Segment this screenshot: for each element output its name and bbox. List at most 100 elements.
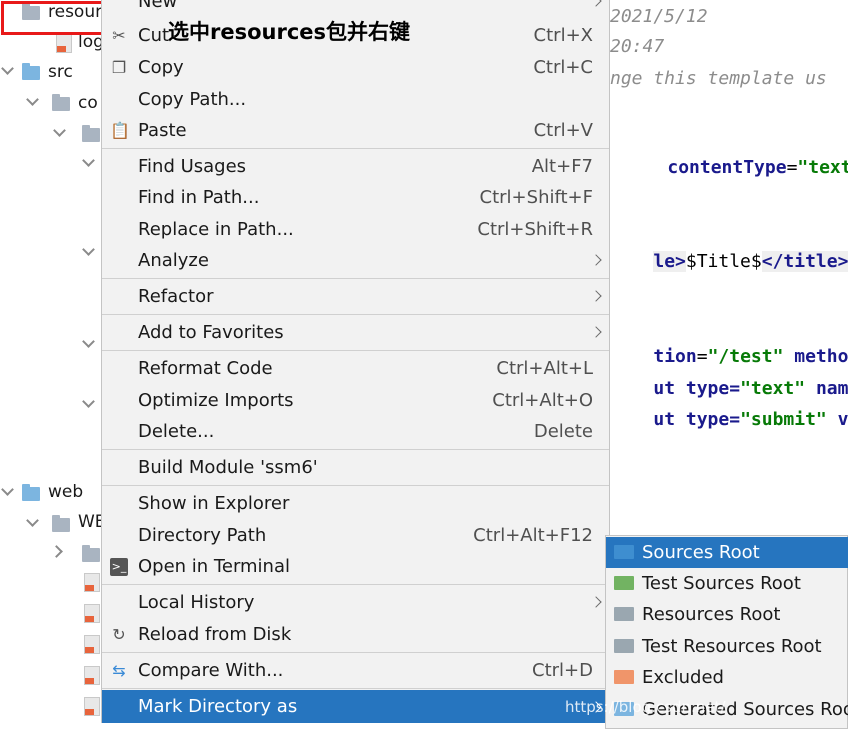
menu-item-new[interactable]: New xyxy=(102,0,609,17)
copy-icon: ❐ xyxy=(111,58,127,77)
menu-item-shortcut: Ctrl+D xyxy=(532,660,593,681)
attr-eq: = xyxy=(786,157,798,178)
submenu-item-test-sources-root[interactable]: Test Sources Root xyxy=(606,568,848,599)
tag-close: </title> xyxy=(761,251,848,272)
jsp-file-icon xyxy=(84,604,100,623)
menu-item-directory-path[interactable]: Directory Path Ctrl+Alt+F12 xyxy=(102,520,609,551)
menu-item-label: Compare With... xyxy=(138,660,284,681)
code-line-title: le>$Title$</title> xyxy=(610,223,848,272)
menu-item-label: Cut xyxy=(138,25,170,46)
menu-item-local-history[interactable]: Local History xyxy=(102,587,609,618)
menu-item-label: Analyze xyxy=(138,250,209,271)
annotation-text: 选中resources包并右键 xyxy=(168,20,411,44)
menu-item-shortcut: Ctrl+Shift+R xyxy=(477,219,593,240)
resources-folder-icon xyxy=(614,607,634,621)
code-line-input-submit: ut type="submit" val xyxy=(610,381,848,430)
menu-item-shortcut: Alt+F7 xyxy=(531,156,593,177)
sources-root-folder-icon xyxy=(614,545,634,559)
submenu-item-label: Sources Root xyxy=(642,542,760,563)
menu-item-delete[interactable]: Delete... Delete xyxy=(102,416,609,447)
code-line-contenttype: contentType="text/h xyxy=(624,129,848,178)
paste-icon: 📋 xyxy=(110,121,130,140)
menu-item-find-usages[interactable]: Find Usages Alt+F7 xyxy=(102,151,609,182)
submenu-item-resources-root[interactable]: Resources Root xyxy=(606,599,848,630)
comment-time: 20:47 xyxy=(610,36,665,57)
menu-separator xyxy=(102,485,609,486)
menu-item-label: Paste xyxy=(138,120,187,141)
submenu-item-label: Excluded xyxy=(642,667,724,688)
menu-separator xyxy=(102,350,609,351)
compare-icon: ⇆ xyxy=(112,661,126,680)
menu-separator xyxy=(102,278,609,279)
chevron-down-icon[interactable] xyxy=(1,483,14,496)
menu-item-show-in-explorer[interactable]: Show in Explorer xyxy=(102,488,609,519)
submenu-item-test-resources-root[interactable]: Test Resources Root xyxy=(606,631,848,662)
menu-item-reformat-code[interactable]: Reformat Code Ctrl+Alt+L xyxy=(102,353,609,384)
menu-item-build-module[interactable]: Build Module 'ssm6' xyxy=(102,452,609,483)
menu-item-add-to-favorites[interactable]: Add to Favorites xyxy=(102,317,609,348)
attr-name: val xyxy=(837,409,848,430)
log-file-icon xyxy=(56,34,72,53)
menu-item-optimize-imports[interactable]: Optimize Imports Ctrl+Alt+O xyxy=(102,385,609,416)
submenu-item-label: Resources Root xyxy=(642,604,781,625)
submenu-arrow-icon xyxy=(590,596,602,608)
menu-item-label: Open in Terminal xyxy=(138,556,290,577)
menu-item-label: Delete... xyxy=(138,421,215,442)
tree-item-src[interactable]: src xyxy=(48,60,73,84)
menu-item-shortcut: Ctrl+Alt+O xyxy=(492,390,593,411)
menu-item-paste[interactable]: 📋 Paste Ctrl+V xyxy=(102,115,609,146)
menu-item-refactor[interactable]: Refactor xyxy=(102,281,609,312)
attr-value: "submit" xyxy=(740,409,827,430)
test-resources-folder-icon xyxy=(614,639,634,653)
menu-item-analyze[interactable]: Analyze xyxy=(102,245,609,276)
menu-item-label: Reload from Disk xyxy=(138,624,292,645)
menu-item-label: Show in Explorer xyxy=(138,493,290,514)
chevron-down-icon[interactable] xyxy=(26,514,39,527)
menu-item-label: Replace in Path... xyxy=(138,219,294,240)
code-line-form: tion="/test" method= xyxy=(610,318,848,367)
menu-item-reload-from-disk[interactable]: ↻ Reload from Disk xyxy=(102,619,609,650)
submenu-item-excluded[interactable]: Excluded xyxy=(606,662,848,693)
menu-item-label: Build Module 'ssm6' xyxy=(138,457,318,478)
context-menu: New ✂ Cut Ctrl+X ❐ Copy Ctrl+C Copy Path… xyxy=(101,0,610,723)
menu-item-find-in-path[interactable]: Find in Path... Ctrl+Shift+F xyxy=(102,182,609,213)
menu-item-shortcut: Ctrl+Alt+F12 xyxy=(473,525,593,546)
chevron-right-icon[interactable] xyxy=(50,545,63,558)
menu-item-mark-directory-as[interactable]: Mark Directory as xyxy=(102,690,609,723)
chevron-down-icon[interactable] xyxy=(82,335,95,348)
menu-item-copy[interactable]: ❐ Copy Ctrl+C xyxy=(102,52,609,83)
menu-item-label: New xyxy=(138,0,178,12)
menu-item-replace-in-path[interactable]: Replace in Path... Ctrl+Shift+R xyxy=(102,214,609,245)
submenu-item-sources-root[interactable]: Sources Root xyxy=(606,537,848,568)
chevron-down-icon[interactable] xyxy=(26,93,39,106)
folder-icon xyxy=(52,515,70,532)
title-text: $Title$ xyxy=(685,251,762,272)
chevron-down-icon[interactable] xyxy=(82,243,95,256)
tag-open: le> xyxy=(653,251,686,272)
comment-template: nge this template us xyxy=(610,68,827,89)
menu-item-label: Optimize Imports xyxy=(138,390,294,411)
menu-item-compare-with[interactable]: ⇆ Compare With... Ctrl+D xyxy=(102,655,609,686)
comment-date: 2021/5/12 xyxy=(610,6,708,27)
menu-item-shortcut: Ctrl+X xyxy=(533,25,593,46)
menu-item-label: Directory Path xyxy=(138,525,267,546)
jsp-file-icon xyxy=(84,635,100,654)
tree-item-web[interactable]: web xyxy=(48,480,83,504)
menu-item-open-in-terminal[interactable]: >_ Open in Terminal xyxy=(102,551,609,582)
menu-item-shortcut: Ctrl+C xyxy=(533,57,593,78)
menu-item-label: Copy Path... xyxy=(138,89,247,110)
menu-item-copy-path[interactable]: Copy Path... xyxy=(102,84,609,115)
chevron-down-icon[interactable] xyxy=(1,62,14,75)
test-sources-folder-icon xyxy=(614,576,634,590)
menu-separator xyxy=(102,688,609,689)
chevron-down-icon[interactable] xyxy=(82,395,95,408)
attr-name: contentType xyxy=(667,157,787,178)
chevron-down-icon[interactable] xyxy=(53,124,66,137)
menu-separator xyxy=(102,584,609,585)
menu-item-shortcut: Ctrl+V xyxy=(533,120,593,141)
tree-item-com[interactable]: co xyxy=(78,91,98,115)
project-tree: resour log src co web WE xyxy=(0,0,137,729)
chevron-down-icon[interactable] xyxy=(82,154,95,167)
submenu-item-label: Test Resources Root xyxy=(642,636,822,657)
menu-separator xyxy=(102,652,609,653)
